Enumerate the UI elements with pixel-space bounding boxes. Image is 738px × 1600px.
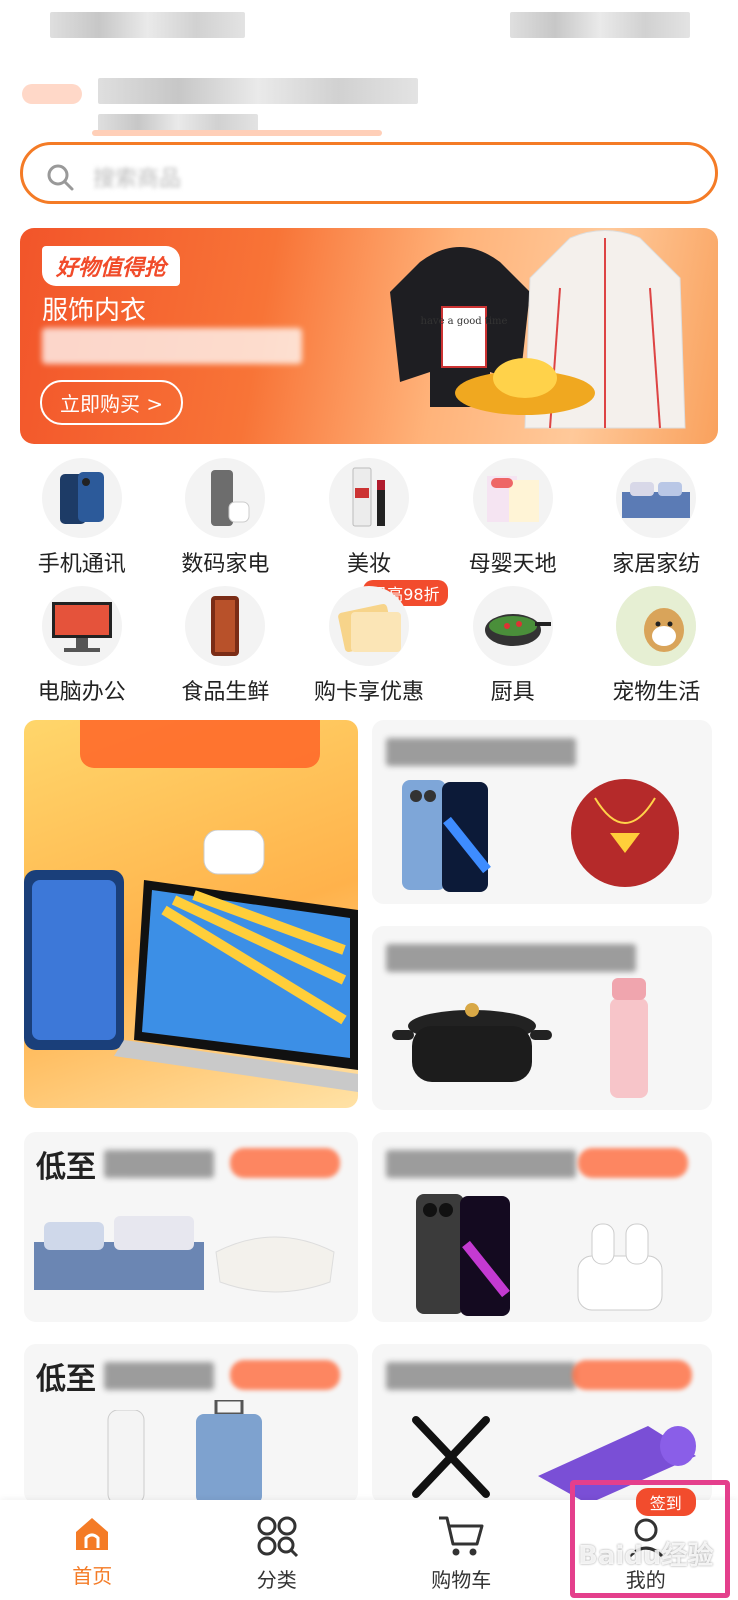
card-title-blurred bbox=[386, 1362, 576, 1390]
category-pet[interactable]: 宠物生活 bbox=[584, 586, 728, 708]
card-title-blurred bbox=[386, 1150, 576, 1178]
promo-banner[interactable]: 好物值得抢 服饰内衣 立即购买 > have a good time bbox=[20, 228, 718, 444]
gold-necklace-image bbox=[571, 779, 679, 887]
nav-label: 分类 bbox=[256, 1568, 297, 1592]
category-label: 购卡享优惠 bbox=[313, 680, 424, 705]
suitcase-image bbox=[196, 1400, 262, 1504]
card-tag-blurred bbox=[572, 1360, 692, 1390]
nav-category[interactable]: 分类 bbox=[185, 1500, 370, 1600]
card-title-blurred bbox=[386, 738, 576, 766]
search-icon bbox=[47, 164, 74, 191]
card-title: 低至 bbox=[36, 1150, 96, 1185]
computer-icon bbox=[41, 586, 122, 666]
location-pin-icon bbox=[22, 84, 82, 104]
card-title-blurred bbox=[104, 1362, 214, 1390]
category-food[interactable]: 食品生鲜 bbox=[154, 586, 298, 708]
nav-label: 首页 bbox=[72, 1564, 113, 1588]
cart-icon bbox=[439, 1516, 484, 1556]
home-icon bbox=[76, 1518, 109, 1550]
water-purifier-image bbox=[107, 1410, 145, 1504]
cast-iron-pot-image bbox=[392, 1003, 552, 1082]
delivery-address[interactable] bbox=[22, 64, 722, 136]
category-grid: 手机通讯 数码家电 美妆 母婴天地 家居家纺 电脑办公 食品生鲜 最高98折 购… bbox=[10, 458, 728, 708]
search-input[interactable]: 搜索商品 bbox=[20, 142, 718, 204]
gold-ingot-image bbox=[455, 358, 595, 415]
phone-icon bbox=[41, 458, 122, 538]
bedding-icon bbox=[616, 458, 697, 538]
appliance-icon bbox=[185, 458, 266, 538]
banner-subtitle-blurred bbox=[42, 328, 302, 364]
thermos-image bbox=[610, 978, 648, 1098]
category-label: 数码家电 bbox=[181, 552, 270, 577]
address-text-blurred bbox=[98, 78, 418, 104]
laptop-phone-image bbox=[24, 830, 358, 1092]
category-label: 电脑办公 bbox=[37, 680, 126, 705]
shirt-print-text: have a good time bbox=[421, 316, 508, 327]
category-label: 手机通讯 bbox=[37, 552, 126, 577]
nav-label: 购物车 bbox=[431, 1568, 492, 1592]
card-title-blurred bbox=[386, 944, 636, 972]
buy-now-button[interactable]: 立即购买 > bbox=[40, 380, 184, 425]
iphone-pro-image bbox=[416, 1194, 510, 1316]
banner-tag: 好物值得抢 bbox=[42, 246, 181, 286]
food-icon bbox=[185, 586, 266, 666]
card-title-blurred bbox=[104, 1150, 214, 1178]
category-label: 厨具 bbox=[490, 680, 535, 705]
status-icons-blurred bbox=[510, 12, 690, 38]
category-label: 宠物生活 bbox=[612, 680, 701, 705]
card-tag-blurred bbox=[230, 1360, 340, 1390]
status-bar bbox=[0, 0, 738, 50]
search-placeholder: 搜索商品 bbox=[93, 167, 182, 192]
iphone-image bbox=[402, 780, 491, 892]
promo-card-cookware[interactable] bbox=[372, 926, 712, 1110]
sign-in-badge: 签到 bbox=[635, 1488, 696, 1516]
card-title: 低至 bbox=[36, 1362, 96, 1397]
category-label: 美妆 bbox=[346, 552, 391, 577]
promo-card-phone-jewelry[interactable] bbox=[372, 720, 712, 904]
category-baby[interactable]: 母婴天地 bbox=[441, 458, 585, 586]
category-cosmetics[interactable]: 美妆 bbox=[297, 458, 441, 586]
promo-card-iphone-airpods[interactable] bbox=[372, 1132, 712, 1322]
card-icon bbox=[328, 586, 409, 666]
cosmetics-icon bbox=[328, 458, 409, 538]
category-computer[interactable]: 电脑办公 bbox=[10, 586, 154, 708]
category-card[interactable]: 最高98折 购卡享优惠 bbox=[297, 580, 448, 708]
category-bedding[interactable]: 家居家纺 bbox=[584, 458, 728, 586]
promo-card-luggage[interactable]: 低至 bbox=[24, 1344, 358, 1504]
category-label: 家居家纺 bbox=[612, 552, 701, 577]
category-phone[interactable]: 手机通讯 bbox=[10, 458, 154, 586]
category-icon bbox=[257, 1516, 298, 1558]
pet-icon bbox=[616, 586, 697, 666]
promo-card-header-blurred bbox=[80, 720, 320, 768]
status-time-blurred bbox=[50, 12, 245, 38]
category-kitchen[interactable]: 厨具 bbox=[441, 586, 585, 708]
pillow-image bbox=[215, 1236, 335, 1293]
promo-card-electronics[interactable] bbox=[24, 720, 358, 1108]
airpods-image bbox=[577, 1223, 663, 1311]
promo-card-fitness[interactable] bbox=[372, 1344, 712, 1504]
watermark: Baidu经验 bbox=[578, 1541, 714, 1571]
card-tag-blurred bbox=[578, 1148, 688, 1178]
nav-home[interactable]: 首页 bbox=[0, 1500, 185, 1600]
wok-icon bbox=[472, 586, 553, 666]
bed-image bbox=[34, 1216, 204, 1290]
banner-title: 服饰内衣 bbox=[42, 296, 147, 326]
category-label: 母婴天地 bbox=[468, 552, 557, 577]
category-label: 食品生鲜 bbox=[181, 680, 270, 705]
baby-icon bbox=[472, 458, 553, 538]
category-appliance[interactable]: 数码家电 bbox=[154, 458, 298, 586]
address-underline bbox=[92, 130, 382, 136]
nav-cart[interactable]: 购物车 bbox=[369, 1500, 554, 1600]
promo-card-bedding[interactable]: 低至 bbox=[24, 1132, 358, 1322]
card-tag-blurred bbox=[230, 1148, 340, 1178]
jump-rope-image bbox=[412, 1416, 490, 1498]
